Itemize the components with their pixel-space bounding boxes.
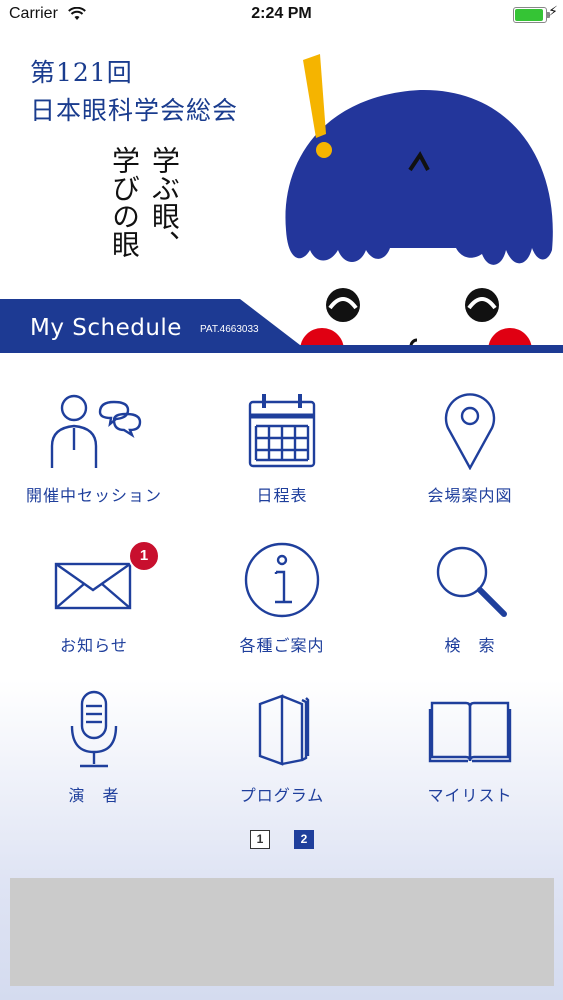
microphone-icon — [0, 690, 188, 770]
header-banner: 第121回 日本眼科学会総会 学ぶ眼、 学びの眼 My Schedule PAT… — [0, 30, 563, 372]
menu-item-label: プログラム — [239, 786, 325, 805]
speakers-icon — [0, 390, 188, 470]
menu-item-label: 各種ご案内 — [239, 636, 325, 655]
charging-icon: ⚡ — [548, 4, 558, 20]
search-icon — [376, 540, 563, 620]
clock: 2:24 PM — [251, 5, 312, 22]
ad-banner-area[interactable] — [10, 878, 554, 986]
menu-item-label: 演 者 — [68, 786, 120, 805]
menu-item-label: お知らせ — [60, 636, 128, 655]
conference-title: 第121回 日本眼科学会総会 — [30, 54, 238, 130]
page-dot-1[interactable]: 1 — [250, 830, 270, 849]
conference-name: 日本眼科学会総会 — [30, 96, 239, 125]
menu-item-label: 日程表 — [256, 486, 308, 505]
menu-item-label: 検 索 — [444, 636, 496, 655]
envelope-icon — [0, 540, 188, 620]
info-icon — [188, 540, 376, 620]
calendar-icon — [188, 390, 376, 470]
menu-item-label: 会場案内図 — [427, 486, 513, 505]
my-schedule-label[interactable]: My Schedule — [30, 315, 182, 341]
slogan-column-2: 学びの眼 — [108, 146, 141, 258]
page-indicator: 1 2 — [0, 830, 563, 850]
map-pin-icon — [376, 390, 563, 470]
patent-label: PAT.4663033 — [200, 324, 259, 335]
page-dot-2[interactable]: 2 — [294, 830, 314, 849]
menu-item-label: マイリスト — [427, 786, 513, 805]
booklet-icon — [188, 690, 376, 770]
battery-icon — [513, 7, 550, 23]
slogan-column-1: 学ぶ眼、 — [148, 146, 181, 258]
status-bar: Carrier 2:24 PM ⚡ — [0, 0, 563, 30]
conference-edition: 第121回 — [30, 58, 133, 87]
menu-item-label: 開催中セッション — [25, 486, 162, 505]
notification-badge: 1 — [128, 540, 160, 572]
open-book-icon — [376, 690, 563, 770]
